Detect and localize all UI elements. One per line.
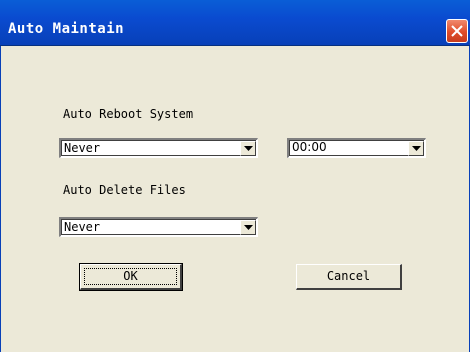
reboot-frequency-select[interactable]: Never [59,138,258,158]
reboot-time-value: 00:00 [292,140,327,154]
ok-button[interactable]: OK [79,263,183,291]
title-bar[interactable]: Auto Maintain [0,0,470,46]
chevron-down-icon [244,146,253,151]
reboot-frequency-value: Never [64,141,101,155]
delete-frequency-select[interactable]: Never [59,217,258,237]
window-frame [0,46,470,352]
chevron-down-icon [412,146,421,151]
close-icon [451,25,463,37]
delete-frequency-dropdown-button[interactable] [240,220,256,235]
auto-reboot-label: Auto Reboot System [63,107,194,121]
dialog-title: Auto Maintain [8,21,125,37]
close-button[interactable] [446,19,468,43]
delete-frequency-value: Never [64,220,101,234]
auto-maintain-dialog: Auto Maintain Auto Reboot System Never 0… [0,0,470,352]
focus-rectangle [84,268,177,285]
reboot-time-select[interactable]: 00:00 [287,138,426,158]
reboot-time-dropdown-button[interactable] [408,141,424,156]
reboot-frequency-dropdown-button[interactable] [240,141,256,156]
auto-delete-label: Auto Delete Files [63,183,186,197]
cancel-button-label: Cancel [326,269,371,283]
cancel-button[interactable]: Cancel [296,264,402,290]
chevron-down-icon [244,225,253,230]
